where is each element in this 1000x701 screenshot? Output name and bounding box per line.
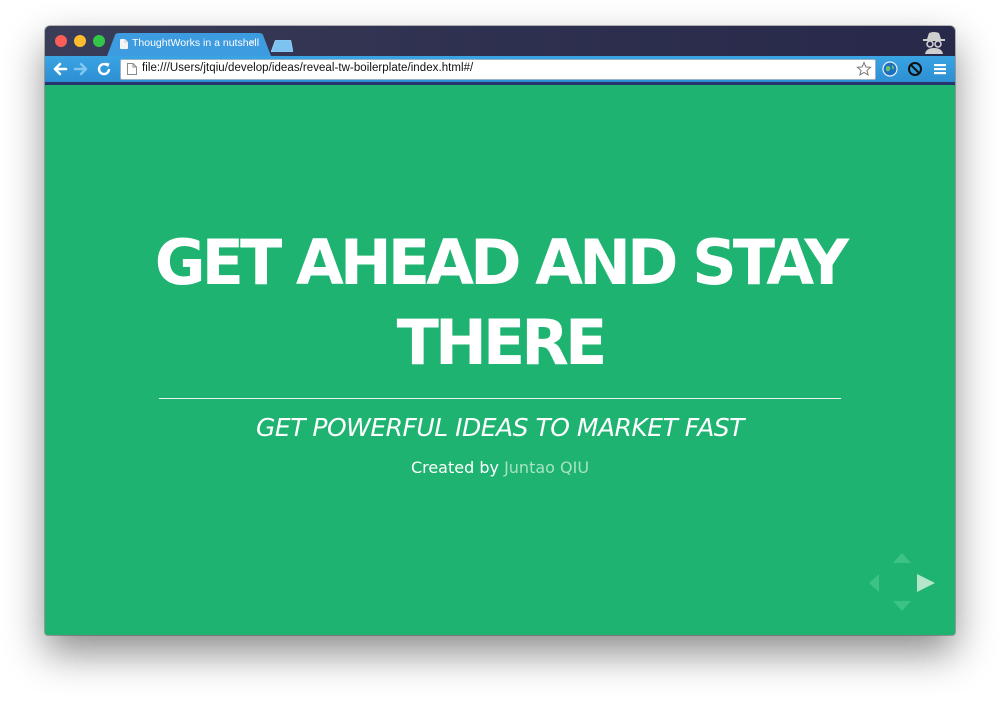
slide-title: GET AHEAD AND STAY THERE bbox=[45, 223, 955, 383]
back-arrow-icon[interactable] bbox=[51, 60, 69, 78]
new-tab-button[interactable] bbox=[271, 40, 293, 52]
presentation-slide: GET AHEAD AND STAY THERE GET POWERFUL ID… bbox=[45, 85, 955, 635]
title-bar: ThoughtWorks in a nutshell × bbox=[45, 26, 955, 56]
address-bar[interactable]: file:///Users/jtqiu/develop/ideas/reveal… bbox=[120, 59, 876, 80]
author-link[interactable]: Juntao QIU bbox=[504, 458, 589, 477]
reload-icon[interactable] bbox=[95, 60, 113, 78]
nav-up-arrow[interactable] bbox=[893, 553, 911, 563]
page-icon bbox=[120, 39, 128, 49]
nav-down-arrow[interactable] bbox=[893, 601, 911, 611]
blocked-icon[interactable] bbox=[907, 61, 923, 77]
nav-arrows-icon bbox=[869, 553, 935, 611]
browser-window: ThoughtWorks in a nutshell × file:///Use… bbox=[45, 26, 955, 635]
close-window-button[interactable] bbox=[55, 35, 67, 47]
tab-title: ThoughtWorks in a nutshell bbox=[132, 37, 260, 49]
maximize-window-button[interactable] bbox=[93, 35, 105, 47]
minimize-window-button[interactable] bbox=[74, 35, 86, 47]
slide-credit: Created by Juntao QIU bbox=[45, 458, 955, 477]
forward-arrow-icon[interactable] bbox=[72, 60, 90, 78]
menu-icon[interactable] bbox=[932, 61, 948, 77]
url-text: file:///Users/jtqiu/develop/ideas/reveal… bbox=[142, 62, 474, 74]
slide-title-line-1: GET AHEAD AND STAY bbox=[154, 226, 849, 299]
nav-right-arrow[interactable] bbox=[917, 574, 935, 592]
tab-close-icon[interactable]: × bbox=[249, 36, 255, 50]
nav-left-arrow[interactable] bbox=[869, 574, 879, 592]
star-icon[interactable] bbox=[856, 61, 872, 77]
slide-subtitle: GET POWERFUL IDEAS TO MARKET FAST bbox=[256, 413, 744, 442]
credit-prefix: Created by bbox=[410, 458, 505, 477]
title-divider bbox=[159, 398, 841, 399]
browser-toolbar: file:///Users/jtqiu/develop/ideas/reveal… bbox=[45, 56, 955, 85]
page-icon bbox=[127, 63, 137, 75]
slide-title-line-2: THERE bbox=[396, 306, 608, 379]
globe-icon[interactable] bbox=[882, 61, 898, 77]
incognito-icon bbox=[923, 32, 945, 54]
